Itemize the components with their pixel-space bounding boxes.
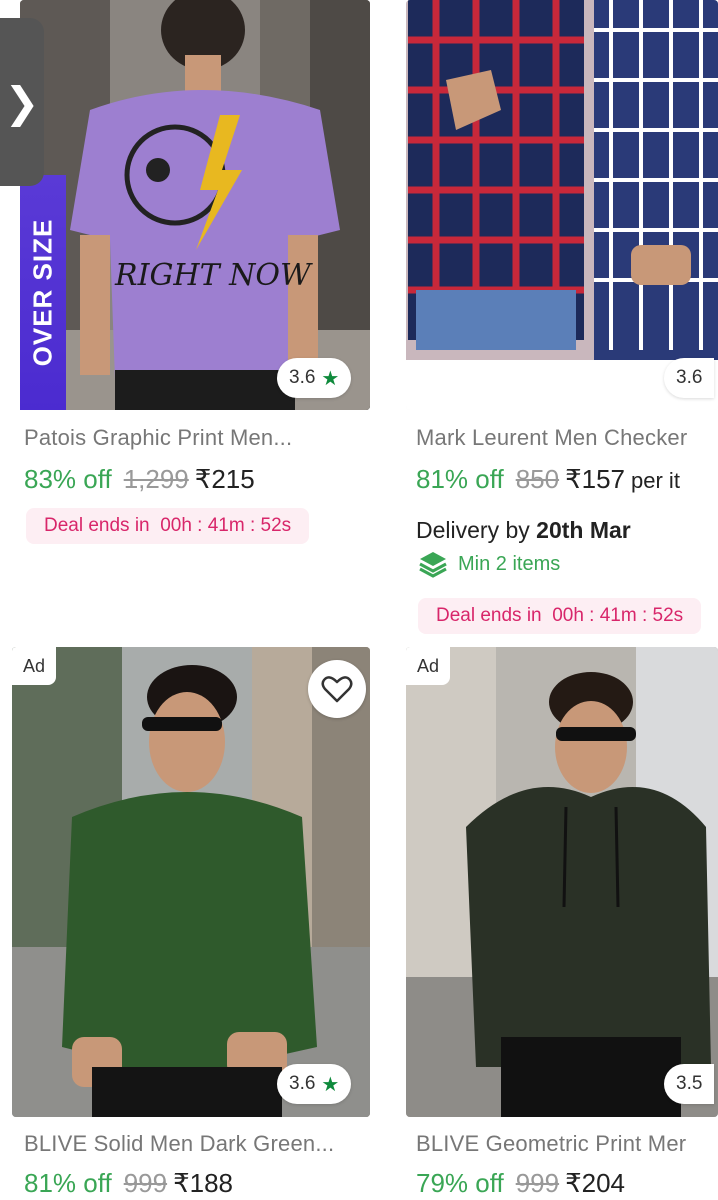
rating-value: 3.6 xyxy=(676,367,703,388)
product-image-3[interactable] xyxy=(12,647,370,1117)
product-photo-tshirt-purple: RIGHT NOW xyxy=(20,0,370,410)
selling-price: ₹215 xyxy=(194,464,255,494)
delivery-info: Delivery by 20th Mar xyxy=(416,517,631,544)
price-row-4: 79% off 999 ₹204 xyxy=(416,1168,625,1199)
product-title-2[interactable]: Mark Leurent Men Checker xyxy=(416,425,687,451)
product-image-1[interactable]: RIGHT NOW xyxy=(20,0,370,410)
price-row-3: 81% off 999 ₹188 xyxy=(24,1168,233,1199)
rating-value: 3.5 xyxy=(676,1073,703,1094)
ad-badge-4: Ad xyxy=(406,647,450,685)
discount-percent: 83% off xyxy=(24,464,112,494)
product-photo-hoodie xyxy=(406,647,718,1117)
price-unit: per it xyxy=(631,468,680,493)
deal-countdown: 00h : 41m : 52s xyxy=(552,605,684,626)
min-items-label: Min 2 items xyxy=(458,552,561,575)
product-image-4[interactable] xyxy=(406,647,718,1117)
discount-percent: 81% off xyxy=(24,1168,112,1198)
product-photo-checked-shirts xyxy=(406,0,718,410)
min-items-info: Min 2 items xyxy=(418,550,560,578)
rating-badge-3: 3.6 ★ xyxy=(277,1064,352,1104)
ad-badge-3: Ad xyxy=(12,647,56,685)
star-icon: ★ xyxy=(321,367,340,390)
rating-badge-2: 3.6 xyxy=(664,358,715,398)
wishlist-button-3[interactable] xyxy=(308,660,366,718)
product-image-2[interactable] xyxy=(406,0,718,410)
original-price: 999 xyxy=(123,1168,168,1198)
deal-label: Deal ends in xyxy=(44,515,150,536)
delivery-date: 20th Mar xyxy=(536,517,631,543)
side-panel-tab[interactable]: ❯ xyxy=(0,18,44,186)
svg-text:RIGHT NOW: RIGHT NOW xyxy=(114,258,313,293)
rating-value: 3.6 xyxy=(289,367,316,388)
original-price: 1,299 xyxy=(123,464,189,494)
selling-price: ₹188 xyxy=(173,1168,234,1198)
product-title-3[interactable]: BLIVE Solid Men Dark Green... xyxy=(24,1131,334,1157)
rating-badge-1: 3.6 ★ xyxy=(277,358,352,398)
product-photo-green-tshirt xyxy=(12,647,370,1117)
discount-percent: 81% off xyxy=(416,464,504,494)
original-price: 850 xyxy=(515,464,560,494)
product-title-1[interactable]: Patois Graphic Print Men... xyxy=(24,425,292,451)
deal-countdown: 00h : 41m : 52s xyxy=(160,515,292,536)
price-row-1: 83% off 1,299 ₹215 xyxy=(24,464,255,495)
discount-percent: 79% off xyxy=(416,1168,504,1198)
price-row-2: 81% off 850 ₹157 per it xyxy=(416,464,680,495)
deal-label: Deal ends in xyxy=(436,605,542,626)
deal-timer-2: Deal ends in 00h : 41m : 52s xyxy=(418,598,702,634)
product-title-4[interactable]: BLIVE Geometric Print Mer xyxy=(416,1131,686,1157)
delivery-prefix: Delivery by xyxy=(416,517,530,543)
deal-timer-1: Deal ends in 00h : 41m : 52s xyxy=(26,508,310,544)
layers-icon xyxy=(419,552,447,578)
original-price: 999 xyxy=(515,1168,560,1198)
selling-price: ₹157 xyxy=(565,464,626,494)
star-icon: ★ xyxy=(321,1073,340,1096)
oversize-tag: OVER SIZE xyxy=(20,175,66,410)
rating-value: 3.6 xyxy=(289,1073,316,1094)
heart-icon xyxy=(321,676,353,703)
selling-price: ₹204 xyxy=(565,1168,626,1198)
rating-badge-4: 3.5 xyxy=(664,1064,715,1104)
chevron-right-icon: ❯ xyxy=(4,78,40,126)
